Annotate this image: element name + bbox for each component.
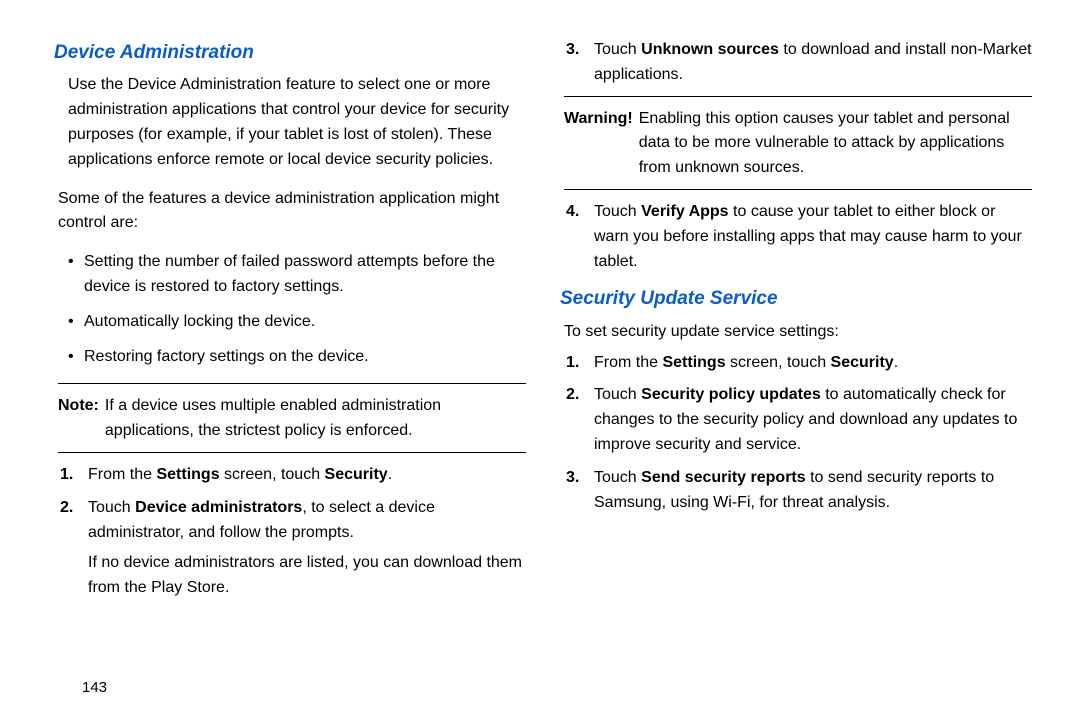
sus-step-3: 3. Touch Send security reports to send s… xyxy=(564,466,1032,516)
note-label: Note: xyxy=(58,394,99,444)
step-number: 2. xyxy=(60,496,73,521)
features-lead: Some of the features a device administra… xyxy=(58,187,526,237)
step-number: 1. xyxy=(60,463,73,488)
step-text: Touch Verify Apps to cause your tablet t… xyxy=(594,203,1022,270)
warning-block: Warning! Enabling this option causes you… xyxy=(564,107,1032,181)
section-security-update: Security Update Service xyxy=(564,284,1032,313)
step-text: From the Settings screen, touch Security… xyxy=(88,466,392,483)
warning-label: Warning! xyxy=(564,107,633,181)
manual-page: Device Administration Use the Device Adm… xyxy=(0,0,1080,609)
step-number: 3. xyxy=(566,466,579,491)
step-number: 3. xyxy=(566,38,579,63)
heading-security-update: Security Update Service xyxy=(560,284,1032,313)
step-number: 2. xyxy=(566,383,579,408)
bullet-item: Automatically locking the device. xyxy=(68,310,526,335)
step-text: Touch Security policy updates to automat… xyxy=(594,386,1017,453)
step-number: 1. xyxy=(566,351,579,376)
features-bullets: Setting the number of failed password at… xyxy=(58,250,526,369)
step-4: 4. Touch Verify Apps to cause your table… xyxy=(564,200,1032,274)
step-1: 1. From the Settings screen, touch Secur… xyxy=(58,463,526,488)
sus-step-1: 1. From the Settings screen, touch Secur… xyxy=(564,351,1032,376)
heading-device-admin: Device Administration xyxy=(54,38,526,67)
step-3: 3. Touch Unknown sources to download and… xyxy=(564,38,1032,88)
divider xyxy=(58,452,526,453)
step-text: Touch Device administrators, to select a… xyxy=(88,499,435,541)
bullet-item: Restoring factory settings on the device… xyxy=(68,345,526,370)
step-2-subtext: If no device administrators are listed, … xyxy=(88,551,526,601)
step-2: 2. Touch Device administrators, to selec… xyxy=(58,496,526,601)
divider xyxy=(564,189,1032,190)
note-block: Note: If a device uses multiple enabled … xyxy=(58,394,526,444)
step-text: Touch Send security reports to send secu… xyxy=(594,469,994,511)
note-body: If a device uses multiple enabled admini… xyxy=(105,394,526,444)
sus-lead: To set security update service settings: xyxy=(564,320,1032,345)
intro-paragraph: Use the Device Administration feature to… xyxy=(58,73,526,172)
steps-list-cont: 3. Touch Unknown sources to download and… xyxy=(564,38,1032,88)
step-number: 4. xyxy=(566,200,579,225)
steps-list: 1. From the Settings screen, touch Secur… xyxy=(58,463,526,601)
sus-step-2: 2. Touch Security policy updates to auto… xyxy=(564,383,1032,457)
step-text: From the Settings screen, touch Security… xyxy=(594,354,898,371)
right-column: 3. Touch Unknown sources to download and… xyxy=(564,38,1032,609)
step-text: Touch Unknown sources to download and in… xyxy=(594,41,1032,83)
bullet-item: Setting the number of failed password at… xyxy=(68,250,526,300)
warning-body: Enabling this option causes your tablet … xyxy=(639,107,1032,181)
sus-steps: 1. From the Settings screen, touch Secur… xyxy=(564,351,1032,516)
left-column: Device Administration Use the Device Adm… xyxy=(58,38,526,609)
steps-list-cont2: 4. Touch Verify Apps to cause your table… xyxy=(564,200,1032,274)
divider xyxy=(58,383,526,384)
page-number: 143 xyxy=(82,679,107,696)
divider xyxy=(564,96,1032,97)
